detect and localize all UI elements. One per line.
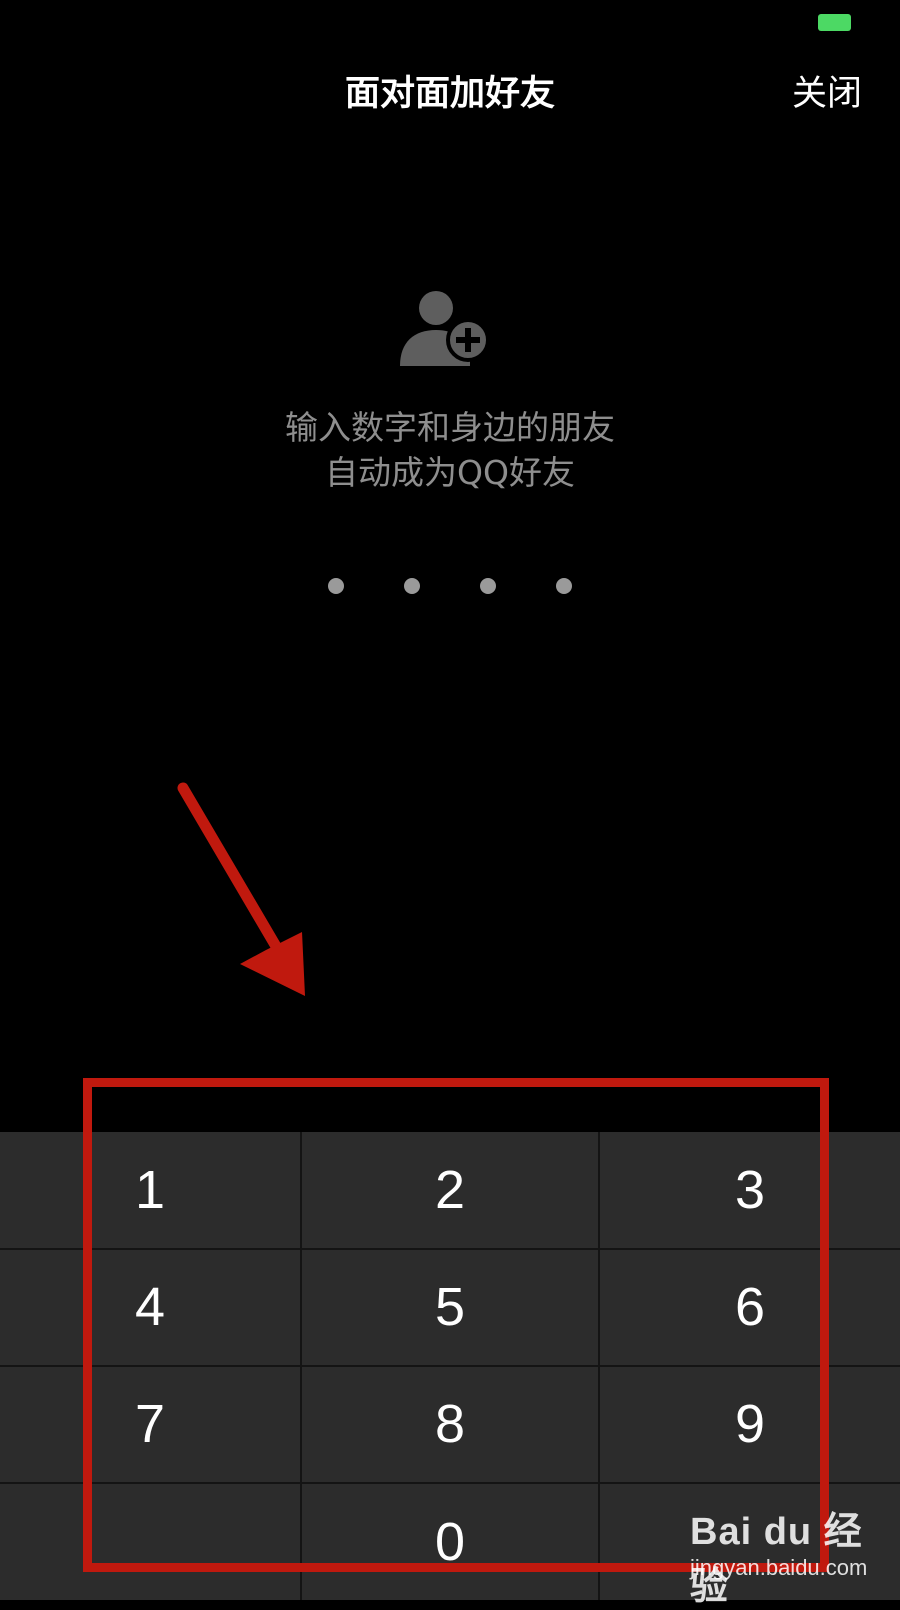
key-5[interactable]: 5 (350, 1249, 550, 1365)
key-6[interactable]: 6 (650, 1249, 850, 1365)
battery-icon (818, 14, 851, 31)
close-button[interactable]: 关闭 (792, 64, 862, 124)
key-1[interactable]: 1 (50, 1132, 250, 1248)
code-dot (556, 578, 572, 594)
key-3[interactable]: 3 (650, 1132, 850, 1248)
add-friend-icon (398, 282, 498, 382)
key-8[interactable]: 8 (350, 1366, 550, 1482)
key-0[interactable]: 0 (350, 1483, 550, 1600)
hint-line-2: 自动成为QQ好友 (325, 453, 575, 492)
key-blank (650, 1483, 850, 1600)
code-dot (328, 578, 344, 594)
code-dot (480, 578, 496, 594)
code-dot (404, 578, 420, 594)
page-title: 面对面加好友 (344, 74, 555, 114)
key-7[interactable]: 7 (50, 1366, 250, 1482)
hint-text: 输入数字和身边的朋友 自动成为QQ好友 (0, 405, 900, 495)
key-4[interactable]: 4 (50, 1249, 250, 1365)
hint-line-1: 输入数字和身边的朋友 (285, 408, 615, 447)
key-2[interactable]: 2 (350, 1132, 550, 1248)
key-blank (50, 1483, 250, 1600)
number-keypad: 1 2 3 4 5 6 7 8 9 0 (0, 1132, 900, 1600)
key-9[interactable]: 9 (650, 1366, 850, 1482)
code-dots (0, 578, 900, 594)
